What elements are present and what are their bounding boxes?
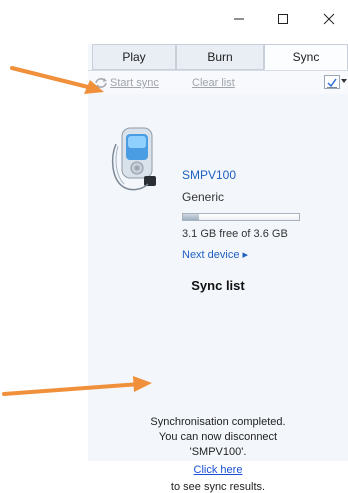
capacity-bar-fill [183,214,200,220]
checklist-icon [327,78,337,88]
capacity-bar [182,213,300,221]
device-type: Generic [182,190,225,204]
status-link[interactable]: Click here [88,464,348,476]
sync-list-title: Sync list [191,278,245,293]
free-space-text: 3.1 GB free of 3.6 GB [182,228,288,240]
sync-options-button[interactable] [324,75,340,89]
minimize-button[interactable] [222,6,256,32]
maximize-icon [278,14,288,24]
start-sync-button[interactable]: Start sync [110,77,159,89]
clear-list-button[interactable]: Clear list [192,77,235,89]
tab-sync[interactable]: Sync [264,44,348,70]
device-name[interactable]: SMPV100 [182,168,236,182]
chevron-down-icon[interactable] [341,79,347,83]
status-line-1: Synchronisation completed. [150,416,286,428]
click-here-link[interactable]: Click here [194,464,243,476]
close-icon [323,13,335,25]
maximize-button[interactable] [266,6,300,32]
close-button[interactable] [312,6,346,32]
sync-toolbar: Start sync Clear list [88,70,348,94]
next-device-link[interactable]: Next device ▸ [182,248,248,261]
annotation-arrow-icon [10,66,104,94]
media-player-device-icon [111,127,156,191]
tab-burn[interactable]: Burn [176,44,264,70]
status-line-3: 'SMPV100'. [189,446,247,458]
status-line-2: You can now disconnect [158,431,278,443]
minimize-icon [234,18,244,20]
status-line-4: to see sync results. [170,481,266,493]
annotation-arrow-icon [2,376,152,396]
